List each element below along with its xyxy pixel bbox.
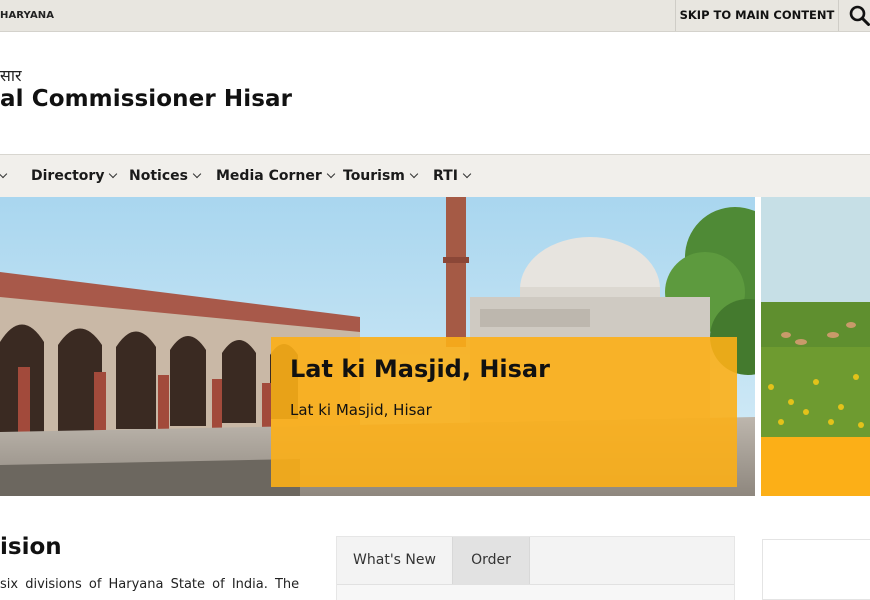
tab-panel [337,584,734,600]
news-tabs: What's New Order [336,536,735,600]
top-bar: HARYANA SKIP TO MAIN CONTENT [0,0,870,32]
search-icon[interactable] [849,5,870,26]
chevron-down-icon [192,169,202,179]
division-heading: ision [0,534,62,560]
next-slide-preview[interactable] [761,197,870,496]
tab-whats-new[interactable]: What's New [337,537,452,584]
banner-caption-subtitle: Lat ki Masjid, Hisar [290,401,432,419]
nav-item-rti[interactable]: RTI [433,155,472,197]
skip-to-main-content-link[interactable]: SKIP TO MAIN CONTENT [675,0,839,31]
chevron-down-icon [326,169,335,179]
nav-item-tourism[interactable]: Tourism [343,155,419,197]
chevron-down-icon [109,169,118,179]
division-description: six divisions of Haryana State of India.… [0,577,300,592]
banner-caption-title: Lat ki Masjid, Hisar [290,355,550,383]
side-widget [762,539,870,600]
main-navigation: Directory Notices Media Corner Tourism R… [0,154,870,197]
chevron-down-icon [462,169,472,179]
site-title-hindi: सार [0,66,22,85]
banner-caption: Lat ki Masjid, Hisar Lat ki Masjid, Hisa… [271,337,737,487]
nav-item-directory[interactable]: Directory [31,155,118,197]
nav-item-home[interactable] [0,155,8,197]
government-label[interactable]: HARYANA [0,0,54,31]
site-title[interactable]: al Commissioner Hisar [0,86,292,112]
tab-order[interactable]: Order [452,537,530,584]
deer-field-photo [761,197,870,496]
chevron-down-icon [0,169,8,179]
nav-item-notices[interactable]: Notices [129,155,202,197]
chevron-down-icon [409,169,419,179]
nav-item-media-corner[interactable]: Media Corner [216,155,335,197]
